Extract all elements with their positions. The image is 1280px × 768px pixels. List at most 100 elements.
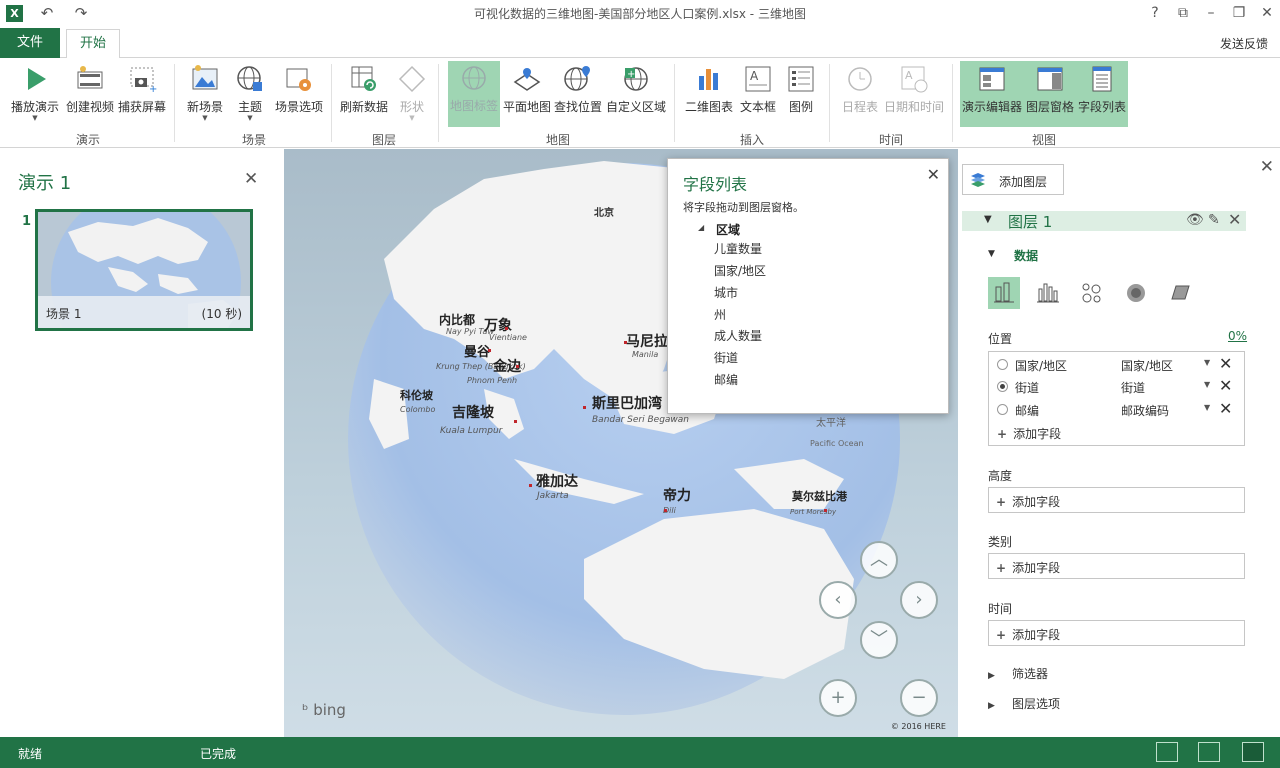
status-bar: 就绪 已完成 [0, 737, 1280, 768]
layer-pane-icon [1037, 67, 1063, 91]
rotate-left-button[interactable]: ‹ [819, 581, 857, 619]
field-group-region[interactable]: 区域 [716, 221, 740, 238]
add-location-field-button[interactable]: + 添加字段 [997, 425, 1061, 442]
stacked-column-viz-icon[interactable] [988, 277, 1020, 309]
close-window-icon[interactable]: ✕ [1254, 3, 1280, 23]
timeline-button[interactable]: 日程表 [838, 62, 882, 126]
close-icon[interactable]: ✕ [244, 169, 258, 189]
map-labels-button[interactable]: 地图标签 [448, 61, 500, 127]
map-label-bandarseribegawan-en: Bandar Seri Begawan [592, 415, 689, 425]
image-view-icon[interactable] [1156, 742, 1178, 762]
window-title: 可视化数据的三维地图-美国部分地区人口案例.xlsx - 三维地图 [474, 7, 806, 21]
map-label-bandarseribegawan: 斯里巴加湾 [592, 395, 662, 412]
chevron-down-icon[interactable]: ▼ [1204, 403, 1210, 412]
custom-regions-button[interactable]: + 自定义区域 [605, 62, 667, 126]
new-scene-button[interactable]: 新场景 ▼ [182, 62, 228, 126]
region-viz-icon[interactable] [1164, 277, 1196, 309]
bing-logo-icon: ᵇ [302, 701, 309, 719]
collapse-triangle-icon[interactable]: ▼ [988, 249, 995, 259]
scene-options-button[interactable]: 场景选项 [272, 62, 326, 126]
zoom-out-button[interactable]: − [900, 679, 938, 717]
tour-editor-button[interactable]: 演示编辑器 [960, 62, 1024, 126]
send-feedback-link[interactable]: 发送反馈 [1220, 35, 1268, 52]
layer-header[interactable]: ▼ 图层 1 👁 ✎ ✕ [962, 210, 1246, 231]
tilt-down-button[interactable]: ﹀ [860, 621, 898, 659]
field-item[interactable]: 州 [714, 306, 726, 323]
chart-2d-button[interactable]: 二维图表 [682, 62, 736, 126]
location-radio[interactable] [997, 359, 1008, 370]
theme-button[interactable]: 主题 ▼ [230, 62, 270, 126]
filters-section[interactable]: ▶ 筛选器 [988, 665, 1048, 682]
field-item[interactable]: 成人数量 [714, 327, 762, 344]
fullscreen-view-icon[interactable] [1242, 742, 1264, 762]
text-box-button[interactable]: A 文本框 [738, 62, 778, 126]
tilt-up-button[interactable]: ︿ [860, 541, 898, 579]
find-location-button[interactable]: 查找位置 [553, 62, 603, 126]
minimize-icon[interactable]: – [1198, 3, 1224, 23]
ribbon-display-icon[interactable]: ⧉ [1170, 3, 1196, 23]
location-row[interactable]: 街道 街道 ▼ ✕ [989, 376, 1244, 398]
flat-map-button[interactable]: 平面地图 [502, 62, 552, 126]
location-row[interactable]: 邮编 邮政编码 ▼ ✕ [989, 399, 1244, 421]
field-item[interactable]: 城市 [714, 284, 738, 301]
remove-field-icon[interactable]: ✕ [1219, 399, 1232, 418]
location-row[interactable]: 国家/地区 国家/地区 ▼ ✕ [989, 354, 1244, 376]
field-item[interactable]: 儿童数量 [714, 240, 762, 257]
zoom-in-button[interactable]: + [819, 679, 857, 717]
map-label-manila-en: Manila [632, 350, 658, 359]
capture-screen-button[interactable]: + 捕获屏幕 [116, 62, 168, 126]
delete-layer-icon[interactable]: ✕ [1228, 210, 1241, 229]
map-labels-icon [462, 66, 486, 90]
layer-pane-button[interactable]: 图层窗格 [1024, 62, 1076, 126]
refresh-data-button[interactable]: 刷新数据 [337, 62, 391, 126]
field-item[interactable]: 国家/地区 [714, 262, 766, 279]
legend-button[interactable]: 图例 [782, 62, 820, 126]
pencil-icon[interactable]: ✎ [1208, 212, 1220, 228]
svg-text:+: + [149, 84, 157, 94]
tab-home[interactable]: 开始 [66, 29, 120, 59]
remove-field-icon[interactable]: ✕ [1219, 376, 1232, 395]
scene-thumbnail[interactable]: 场景 1 (10 秒) [35, 209, 253, 331]
legend-icon [788, 66, 814, 92]
category-add-field-button[interactable]: + 添加字段 [988, 553, 1245, 579]
location-radio[interactable] [997, 404, 1008, 415]
map-label-manila: 马尼拉 [626, 333, 668, 350]
help-icon[interactable]: ? [1142, 3, 1168, 23]
field-item[interactable]: 邮编 [714, 371, 738, 388]
field-list-button[interactable]: 字段列表 [1076, 62, 1128, 126]
date-time-button[interactable]: A 日期和时间 [884, 62, 944, 126]
close-icon[interactable]: ✕ [1260, 157, 1274, 177]
shapes-button[interactable]: 形状 ▼ [393, 62, 431, 126]
tab-file[interactable]: 文件 [0, 28, 60, 58]
remove-field-icon[interactable]: ✕ [1219, 354, 1232, 373]
fit-view-icon[interactable] [1198, 742, 1220, 762]
play-tour-button[interactable]: 播放演示 ▼ [8, 62, 62, 126]
location-radio[interactable] [997, 381, 1008, 392]
collapse-triangle-icon[interactable]: ▼ [984, 214, 992, 225]
collapse-triangle-icon[interactable]: ◢ [698, 223, 704, 232]
map-label-vientiane: 万象 [483, 317, 512, 334]
eye-icon[interactable]: 👁 [1186, 212, 1204, 228]
field-item[interactable]: 街道 [714, 349, 738, 366]
chevron-down-icon[interactable]: ▼ [1204, 358, 1210, 367]
chevron-down-icon[interactable]: ▼ [1204, 380, 1210, 389]
bubble-viz-icon[interactable] [1076, 277, 1108, 309]
location-fields-box: 国家/地区 国家/地区 ▼ ✕ 街道 街道 ▼ ✕ 邮编 邮政编码 ▼ ✕ + 添… [988, 351, 1245, 446]
clustered-column-viz-icon[interactable] [1032, 277, 1064, 309]
heat-map-viz-icon[interactable] [1120, 277, 1152, 309]
restore-icon[interactable]: ❐ [1226, 3, 1252, 23]
add-layer-button[interactable]: 添加图层 [962, 164, 1064, 195]
create-video-button[interactable]: 创建视频 [64, 62, 116, 126]
height-add-field-button[interactable]: + 添加字段 [988, 487, 1245, 513]
svg-text:+: + [627, 69, 635, 80]
close-icon[interactable]: ✕ [927, 165, 940, 184]
field-list-popup: 字段列表 ✕ 将字段拖动到图层窗格。 ◢ 区域 儿童数量 国家/地区 城市 州 … [667, 158, 949, 414]
add-layer-icon [971, 173, 985, 187]
group-label-scene: 场景 [241, 133, 266, 147]
time-add-field-button[interactable]: + 添加字段 [988, 620, 1245, 646]
location-percent[interactable]: 0% [1228, 329, 1247, 343]
camera-icon: + [130, 67, 157, 94]
rotate-right-button[interactable]: › [900, 581, 938, 619]
map-label-pacific-en: Pacific Ocean [810, 439, 864, 448]
layer-options-section[interactable]: ▶ 图层选项 [988, 695, 1060, 712]
